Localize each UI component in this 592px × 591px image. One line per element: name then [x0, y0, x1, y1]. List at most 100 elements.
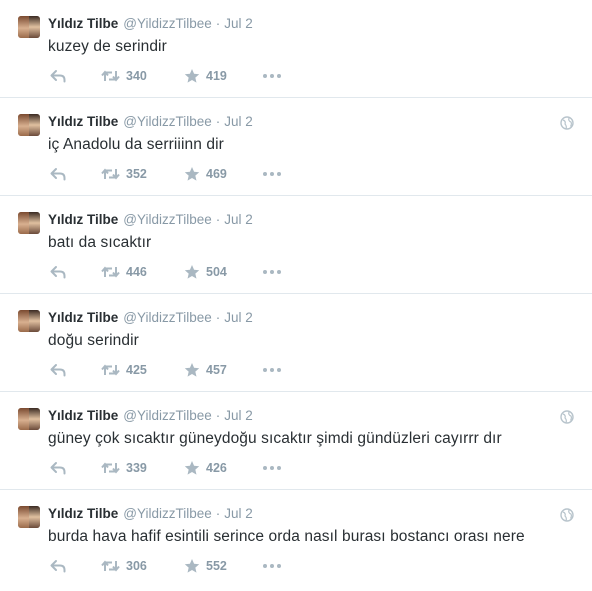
- retweet-icon: [101, 364, 120, 376]
- tweet-header: Yıldız Tilbe @YildizzTilbee · Jul 2: [48, 407, 253, 425]
- tweet-actions: 446 504: [48, 262, 348, 282]
- more-button[interactable]: [262, 66, 282, 86]
- avatar[interactable]: [18, 310, 40, 332]
- tweet-actions: 425 457: [48, 360, 348, 380]
- author-name[interactable]: Yıldız Tilbe: [48, 408, 118, 423]
- tweet-text: kuzey de serindir: [48, 38, 167, 55]
- avatar[interactable]: [18, 16, 40, 38]
- tweet-header: Yıldız Tilbe @YildizzTilbee · Jul 2: [48, 211, 253, 229]
- reply-button[interactable]: [50, 458, 66, 478]
- retweet-button[interactable]: 340: [101, 66, 147, 86]
- retweet-count: 339: [126, 461, 147, 475]
- more-icon: [263, 368, 281, 372]
- more-icon: [263, 74, 281, 78]
- author-handle[interactable]: @YildizzTilbee: [123, 212, 211, 227]
- more-icon: [263, 270, 281, 274]
- tweet[interactable]: Yıldız Tilbe @YildizzTilbee · Jul 2 kuzey d…: [0, 0, 592, 98]
- favorite-button[interactable]: 457: [184, 360, 227, 380]
- retweet-button[interactable]: 352: [101, 164, 147, 184]
- timestamp[interactable]: Jul 2: [224, 114, 253, 129]
- tweet-feed: Yıldız Tilbe @YildizzTilbee · Jul 2 kuzey d…: [0, 0, 592, 591]
- more-button[interactable]: [262, 164, 282, 184]
- favorite-button[interactable]: 426: [184, 458, 227, 478]
- separator-dot: ·: [215, 506, 221, 521]
- tweet-actions: 339 426: [48, 458, 348, 478]
- tweet[interactable]: Yıldız Tilbe @YildizzTilbee · Jul 2 doğu se…: [0, 294, 592, 392]
- retweet-button[interactable]: 306: [101, 556, 147, 576]
- avatar[interactable]: [18, 506, 40, 528]
- timestamp[interactable]: Jul 2: [224, 16, 253, 31]
- author-handle[interactable]: @YildizzTilbee: [123, 408, 211, 423]
- tweet-text: iç Anadolu da serriiinn dir: [48, 136, 224, 153]
- globe-icon: [560, 116, 574, 130]
- tweet-header: Yıldız Tilbe @YildizzTilbee · Jul 2: [48, 505, 253, 523]
- more-button[interactable]: [262, 360, 282, 380]
- more-button[interactable]: [262, 458, 282, 478]
- star-icon: [184, 461, 200, 475]
- tweet-header: Yıldız Tilbe @YildizzTilbee · Jul 2: [48, 15, 253, 33]
- author-name[interactable]: Yıldız Tilbe: [48, 212, 118, 227]
- avatar[interactable]: [18, 408, 40, 430]
- star-icon: [184, 363, 200, 377]
- tweet[interactable]: Yıldız Tilbe @YildizzTilbee · Jul 2 batı da…: [0, 196, 592, 294]
- globe-icon: [560, 410, 574, 424]
- reply-button[interactable]: [50, 164, 66, 184]
- retweet-button[interactable]: 446: [101, 262, 147, 282]
- separator-dot: ·: [215, 114, 221, 129]
- more-button[interactable]: [262, 556, 282, 576]
- star-icon: [184, 559, 200, 573]
- timestamp[interactable]: Jul 2: [224, 212, 253, 227]
- more-button[interactable]: [262, 262, 282, 282]
- author-name[interactable]: Yıldız Tilbe: [48, 506, 118, 521]
- retweet-icon: [101, 462, 120, 474]
- separator-dot: ·: [215, 408, 221, 423]
- tweet-text: batı da sıcaktır: [48, 234, 152, 251]
- author-handle[interactable]: @YildizzTilbee: [123, 114, 211, 129]
- author-handle[interactable]: @YildizzTilbee: [123, 506, 211, 521]
- timestamp[interactable]: Jul 2: [224, 310, 253, 325]
- author-name[interactable]: Yıldız Tilbe: [48, 310, 118, 325]
- reply-button[interactable]: [50, 556, 66, 576]
- favorite-button[interactable]: 419: [184, 66, 227, 86]
- retweet-count: 425: [126, 363, 147, 377]
- tweet-actions: 306 552: [48, 556, 348, 576]
- retweet-count: 352: [126, 167, 147, 181]
- reply-icon: [50, 462, 66, 475]
- reply-button[interactable]: [50, 262, 66, 282]
- tweet[interactable]: Yıldız Tilbe @YildizzTilbee · Jul 2 burda h…: [0, 490, 592, 591]
- reply-icon: [50, 266, 66, 279]
- reply-icon: [50, 560, 66, 573]
- retweet-count: 340: [126, 69, 147, 83]
- author-name[interactable]: Yıldız Tilbe: [48, 16, 118, 31]
- retweet-button[interactable]: 425: [101, 360, 147, 380]
- reply-icon: [50, 168, 66, 181]
- reply-icon: [50, 70, 66, 83]
- more-icon: [263, 172, 281, 176]
- timestamp[interactable]: Jul 2: [224, 506, 253, 521]
- favorite-count: 426: [206, 461, 227, 475]
- retweet-button[interactable]: 339: [101, 458, 147, 478]
- favorite-count: 504: [206, 265, 227, 279]
- avatar[interactable]: [18, 212, 40, 234]
- tweet-header: Yıldız Tilbe @YildizzTilbee · Jul 2: [48, 309, 253, 327]
- avatar[interactable]: [18, 114, 40, 136]
- author-name[interactable]: Yıldız Tilbe: [48, 114, 118, 129]
- tweet-text: güney çok sıcaktır güneydoğu sıcaktır şi…: [48, 430, 502, 447]
- favorite-button[interactable]: 469: [184, 164, 227, 184]
- reply-button[interactable]: [50, 66, 66, 86]
- reply-button[interactable]: [50, 360, 66, 380]
- timestamp[interactable]: Jul 2: [224, 408, 253, 423]
- retweet-count: 446: [126, 265, 147, 279]
- favorite-button[interactable]: 552: [184, 556, 227, 576]
- retweet-icon: [101, 168, 120, 180]
- tweet[interactable]: Yıldız Tilbe @YildizzTilbee · Jul 2 iç Anad…: [0, 98, 592, 196]
- tweet[interactable]: Yıldız Tilbe @YildizzTilbee · Jul 2 güney ç…: [0, 392, 592, 490]
- favorite-button[interactable]: 504: [184, 262, 227, 282]
- author-handle[interactable]: @YildizzTilbee: [123, 310, 211, 325]
- tweet-text: burda hava hafif esintili serince orda n…: [48, 528, 525, 545]
- retweet-icon: [101, 70, 120, 82]
- globe-icon: [560, 508, 574, 522]
- separator-dot: ·: [215, 310, 221, 325]
- author-handle[interactable]: @YildizzTilbee: [123, 16, 211, 31]
- favorite-count: 469: [206, 167, 227, 181]
